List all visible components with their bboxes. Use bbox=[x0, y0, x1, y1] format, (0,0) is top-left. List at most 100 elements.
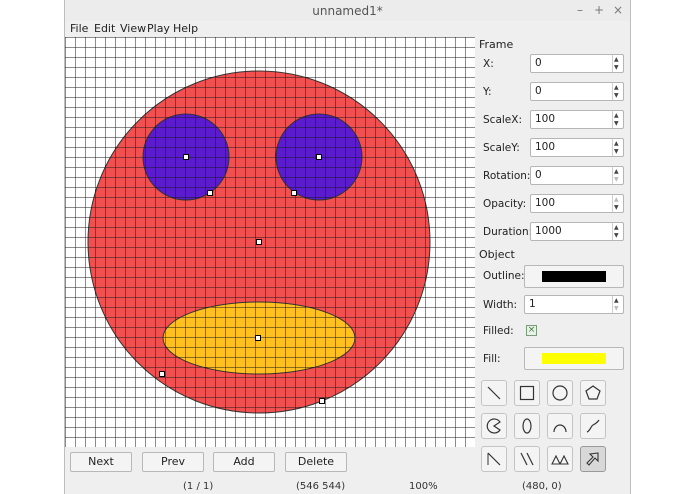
outline-color-button[interactable] bbox=[524, 265, 624, 288]
width-spinbox[interactable]: 1 ▲ ▼ bbox=[524, 295, 624, 314]
diagonal-tool-button[interactable] bbox=[481, 446, 507, 472]
handle bbox=[183, 154, 189, 160]
spin-up-icon[interactable]: ▲ bbox=[614, 113, 619, 119]
y-spinbox[interactable]: 0 ▲ ▼ bbox=[530, 82, 624, 101]
polygon-tool-button[interactable] bbox=[580, 380, 606, 406]
menu-view[interactable]: View bbox=[120, 22, 146, 35]
spin-up-icon[interactable]: ▲ bbox=[614, 141, 619, 147]
scaley-value: 100 bbox=[535, 141, 556, 153]
arc-icon bbox=[553, 424, 567, 433]
spin-down-icon[interactable]: ▼ bbox=[614, 306, 619, 312]
opacity-label: Opacity: bbox=[483, 198, 527, 210]
pie-icon bbox=[486, 418, 501, 434]
rotation-value: 0 bbox=[535, 169, 542, 181]
diagonal-line-icon bbox=[487, 452, 501, 466]
menu-file[interactable]: File bbox=[70, 22, 88, 35]
y-label: Y: bbox=[483, 86, 492, 98]
triangles-tool-button[interactable] bbox=[547, 446, 573, 472]
filled-label: Filled: bbox=[483, 325, 514, 337]
fill-swatch bbox=[542, 353, 606, 364]
prev-button[interactable]: Prev bbox=[142, 452, 204, 472]
delete-button[interactable]: Delete bbox=[285, 452, 347, 472]
fill-color-button[interactable] bbox=[524, 347, 624, 370]
rectangle-icon bbox=[519, 385, 535, 401]
pentagon-icon bbox=[585, 385, 601, 400]
rotation-spinbox[interactable]: 0 ▲ ▼ bbox=[530, 166, 624, 185]
window-title: unnamed1* bbox=[312, 4, 383, 18]
handle bbox=[316, 154, 322, 160]
menu-play[interactable]: Play bbox=[147, 22, 170, 35]
app-window: unnamed1* – + × File Edit View Play Help bbox=[64, 0, 631, 494]
rotation-label: Rotation: bbox=[483, 170, 531, 182]
canvas-grid bbox=[65, 37, 475, 447]
handle bbox=[256, 239, 262, 245]
opacity-value: 100 bbox=[535, 197, 556, 209]
canvas-drawing[interactable] bbox=[65, 37, 475, 447]
status-zoom: 100% bbox=[409, 481, 438, 492]
ellipse-tool-button[interactable] bbox=[514, 413, 540, 439]
spin-up-icon[interactable]: ▲ bbox=[614, 85, 619, 91]
handle bbox=[207, 190, 213, 196]
add-button[interactable]: Add bbox=[213, 452, 275, 472]
status-cursor: (546 544) bbox=[296, 481, 346, 492]
outline-label: Outline: bbox=[483, 270, 525, 282]
scaley-spinbox[interactable]: 100 ▲ ▼ bbox=[530, 138, 624, 157]
next-button[interactable]: Next bbox=[70, 452, 132, 472]
handle bbox=[255, 335, 261, 341]
handle bbox=[159, 371, 165, 377]
duration-value: 1000 bbox=[535, 225, 562, 237]
filled-checkbox[interactable]: × bbox=[526, 325, 537, 336]
spin-down-icon[interactable]: ▼ bbox=[614, 177, 619, 183]
spin-down-icon[interactable]: ▼ bbox=[614, 205, 619, 211]
handle bbox=[319, 398, 325, 404]
handle bbox=[291, 190, 297, 196]
spin-up-icon[interactable]: ▲ bbox=[614, 57, 619, 63]
scaley-label: ScaleY: bbox=[483, 142, 520, 154]
fill-label: Fill: bbox=[483, 353, 501, 365]
duration-label: Duration: bbox=[483, 226, 533, 238]
x-spinbox[interactable]: 0 ▲ ▼ bbox=[530, 54, 624, 73]
scalex-spinbox[interactable]: 100 ▲ ▼ bbox=[530, 110, 624, 129]
spin-up-icon[interactable]: ▲ bbox=[614, 169, 619, 175]
opacity-spinbox[interactable]: 100 ▲ ▼ bbox=[530, 194, 624, 213]
spin-down-icon[interactable]: ▼ bbox=[614, 233, 619, 239]
pointer-tool-button[interactable] bbox=[580, 446, 606, 472]
circle-icon bbox=[552, 385, 568, 401]
menu-edit[interactable]: Edit bbox=[94, 22, 115, 35]
width-value: 1 bbox=[529, 298, 536, 310]
circle-tool-button[interactable] bbox=[547, 380, 573, 406]
status-position: (480, 0) bbox=[522, 481, 562, 492]
pie-tool-button[interactable] bbox=[481, 413, 507, 439]
ellipse-icon bbox=[522, 418, 532, 434]
rectangle-tool-button[interactable] bbox=[514, 380, 540, 406]
pointer-arrow-icon bbox=[586, 452, 599, 466]
double-line-tool-button[interactable] bbox=[514, 446, 540, 472]
outline-swatch bbox=[542, 271, 606, 282]
title-bar: unnamed1* – + × bbox=[65, 0, 630, 21]
curve-tool-button[interactable] bbox=[580, 413, 606, 439]
scalex-value: 100 bbox=[535, 113, 556, 125]
spin-down-icon[interactable]: ▼ bbox=[614, 121, 619, 127]
double-line-icon bbox=[520, 452, 534, 466]
x-label: X: bbox=[483, 58, 494, 70]
spin-up-icon[interactable]: ▲ bbox=[614, 298, 619, 304]
close-button[interactable]: × bbox=[611, 3, 625, 17]
duration-spinbox[interactable]: 1000 ▲ ▼ bbox=[530, 222, 624, 241]
y-value: 0 bbox=[535, 85, 542, 97]
width-label: Width: bbox=[483, 299, 518, 311]
spin-down-icon[interactable]: ▼ bbox=[614, 65, 619, 71]
line-icon bbox=[487, 386, 501, 400]
spin-up-icon[interactable]: ▲ bbox=[614, 225, 619, 231]
spin-up-icon[interactable]: ▲ bbox=[614, 197, 619, 203]
spin-down-icon[interactable]: ▼ bbox=[614, 149, 619, 155]
triangles-icon bbox=[551, 454, 569, 465]
arc-tool-button[interactable] bbox=[547, 413, 573, 439]
spin-down-icon[interactable]: ▼ bbox=[614, 93, 619, 99]
line-tool-button[interactable] bbox=[481, 380, 507, 406]
menu-help[interactable]: Help bbox=[173, 22, 198, 35]
minimize-button[interactable]: – bbox=[573, 3, 587, 17]
drawing-canvas[interactable] bbox=[65, 37, 475, 447]
scalex-label: ScaleX: bbox=[483, 114, 522, 126]
frame-heading: Frame bbox=[479, 38, 514, 51]
maximize-button[interactable]: + bbox=[592, 3, 606, 17]
